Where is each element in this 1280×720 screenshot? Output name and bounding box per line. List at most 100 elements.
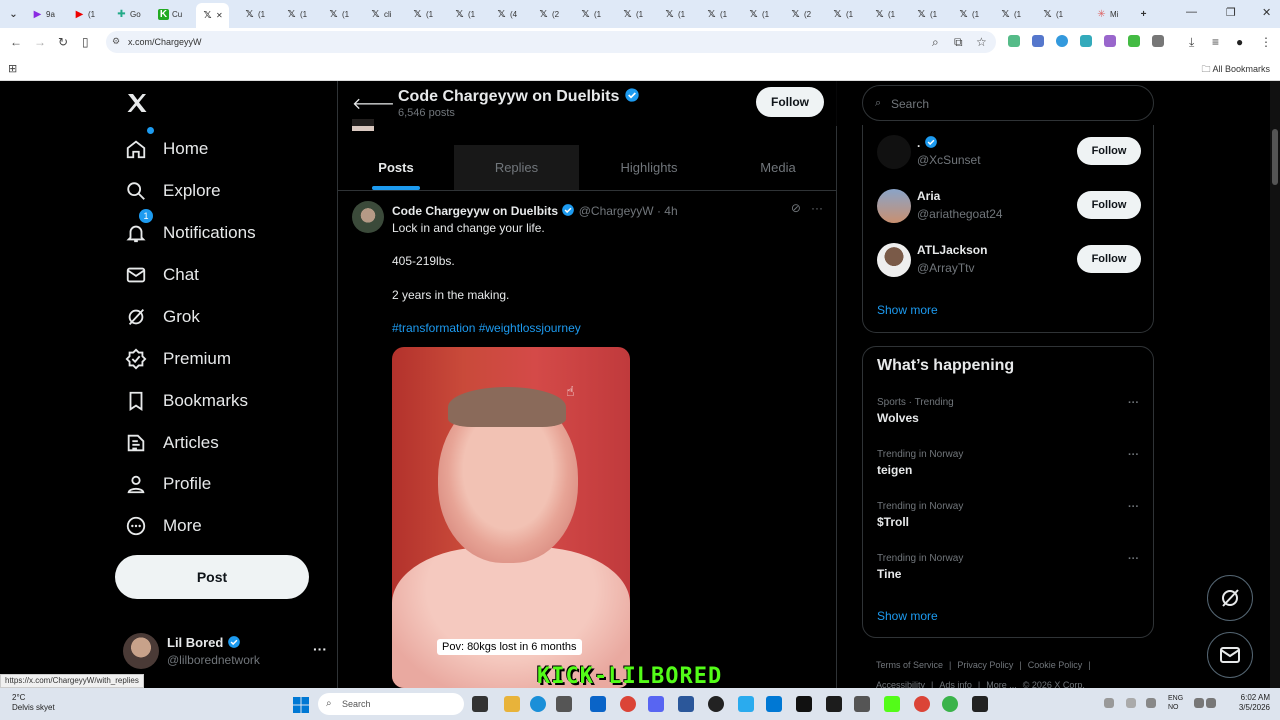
- browser-tab[interactable]: 𝕏 (1: [664, 5, 685, 23]
- browser-tab[interactable]: 𝕏cli: [370, 5, 391, 23]
- nav-articles[interactable]: Articles: [125, 423, 219, 463]
- browser-tab[interactable]: 𝕏 (1: [328, 5, 349, 23]
- page-scrollbar[interactable]: [1270, 81, 1280, 688]
- avatar[interactable]: [352, 201, 384, 233]
- extension-icon[interactable]: [1104, 35, 1116, 47]
- minimize-button[interactable]: —: [1186, 6, 1197, 18]
- extension-icon[interactable]: [1056, 35, 1068, 47]
- new-tab-button[interactable]: +: [1138, 5, 1149, 23]
- install-icon[interactable]: ⧉: [954, 35, 963, 50]
- browser-tab[interactable]: 𝕏 (1: [916, 5, 937, 23]
- trend-item[interactable]: Trending in Norway $Troll ···: [877, 501, 1141, 541]
- author-name[interactable]: Code Chargeyyw on Duelbits: [392, 204, 558, 218]
- follow-suggestion[interactable]: ATLJackson @ArrayTtv Follow: [877, 241, 1141, 281]
- tab-posts[interactable]: Posts: [338, 145, 454, 190]
- footer-link-ads[interactable]: Ads info: [939, 680, 972, 688]
- chrome-icon[interactable]: [620, 696, 636, 712]
- show-more-link[interactable]: Show more: [877, 609, 938, 623]
- all-bookmarks[interactable]: 🗀 All Bookmarks: [1201, 62, 1270, 78]
- edge-icon[interactable]: [530, 696, 546, 712]
- account-switcher[interactable]: Lil Bored @lilborednetwork ···: [123, 633, 329, 669]
- reload-icon[interactable]: ↻: [58, 35, 68, 49]
- capcut-icon[interactable]: [796, 696, 812, 712]
- close-window-button[interactable]: ✕: [1262, 6, 1271, 19]
- browser-tab[interactable]: 𝕏 (4: [496, 5, 517, 23]
- show-more-link[interactable]: Show more: [877, 303, 938, 317]
- volume-icon[interactable]: [1206, 698, 1216, 708]
- browser-tab[interactable]: ✚ Go: [116, 5, 140, 23]
- outlook-icon[interactable]: [590, 696, 606, 712]
- microphone-icon[interactable]: [1146, 698, 1156, 708]
- browser-tab[interactable]: 𝕏 (1: [286, 5, 307, 23]
- profile-icon[interactable]: ●: [1236, 35, 1243, 49]
- menu-kebab-icon[interactable]: ⋮: [1260, 35, 1272, 49]
- browser-tab[interactable]: 𝕏 (2: [790, 5, 811, 23]
- apps-grid-icon[interactable]: ⊞: [8, 62, 17, 75]
- address-bar[interactable]: ⚙ x.com/ChargeyyW: [106, 31, 996, 53]
- post-button[interactable]: Post: [115, 555, 309, 599]
- browser-tab[interactable]: 𝕏 (1: [958, 5, 979, 23]
- extension-icon[interactable]: [1008, 35, 1020, 47]
- restore-button[interactable]: ❐: [1226, 6, 1236, 19]
- tab-replies[interactable]: Replies: [454, 145, 579, 190]
- trend-item[interactable]: Trending in Norway teigen ···: [877, 449, 1141, 489]
- star-icon[interactable]: ☆: [976, 35, 987, 49]
- nav-chat[interactable]: Chat: [125, 255, 199, 295]
- language-indicator[interactable]: ENG NO: [1168, 694, 1183, 712]
- windows-start-icon[interactable]: [293, 697, 309, 713]
- messages-fab-button[interactable]: [1207, 632, 1253, 678]
- tray-app-icon[interactable]: [1126, 698, 1136, 708]
- grok-icon[interactable]: ⊘: [791, 201, 801, 215]
- tray-chevron-icon[interactable]: [1104, 698, 1114, 708]
- tweet-video[interactable]: Pov: 80kgs lost in 6 months: [392, 347, 630, 688]
- browser-tab[interactable]: 𝕏 (1: [454, 5, 475, 23]
- forward-arrow-icon[interactable]: →: [34, 35, 46, 49]
- more-dots-icon[interactable]: ···: [313, 641, 327, 657]
- extension-icon[interactable]: [1080, 35, 1092, 47]
- nav-more[interactable]: More: [125, 506, 202, 546]
- follow-button[interactable]: Follow: [1077, 245, 1141, 273]
- footer-link-accessibility[interactable]: Accessibility: [876, 680, 925, 688]
- follow-button[interactable]: Follow: [1077, 137, 1141, 165]
- browser-tab-active[interactable]: 𝕏 ✕: [196, 3, 229, 28]
- site-info-icon[interactable]: ⚙: [112, 36, 120, 47]
- footer-link-more[interactable]: More ...: [986, 680, 1017, 688]
- task-view-icon[interactable]: [472, 696, 488, 712]
- chrome-icon[interactable]: [942, 696, 958, 712]
- follow-button[interactable]: Follow: [756, 87, 824, 117]
- browser-tab[interactable]: ✳ Mi: [1096, 5, 1118, 23]
- nav-notifications[interactable]: Notifications 1: [125, 209, 256, 253]
- browser-tab[interactable]: 𝕏 (1: [748, 5, 769, 23]
- clock[interactable]: 6:02 AM 3/5/2026: [1239, 693, 1270, 713]
- chrome-icon[interactable]: [914, 696, 930, 712]
- scrollbar-thumb[interactable]: [1272, 129, 1278, 185]
- more-dots-icon[interactable]: ···: [1128, 449, 1139, 461]
- browser-tab[interactable]: 𝕏 (1: [580, 5, 601, 23]
- more-dots-icon[interactable]: ···: [1128, 397, 1139, 409]
- weather-widget[interactable]: 2°C Delvis skyet: [12, 693, 55, 713]
- back-arrow-icon[interactable]: 🡐: [352, 93, 395, 114]
- notes-icon[interactable]: [678, 696, 694, 712]
- browser-tab[interactable]: 𝕏 (1: [874, 5, 895, 23]
- obs-icon[interactable]: [708, 696, 724, 712]
- follow-suggestion[interactable]: Aria @ariathegoat24 Follow: [877, 187, 1141, 227]
- browser-tab[interactable]: 𝕏 (1: [1042, 5, 1063, 23]
- author-handle[interactable]: @ChargeyyW: [579, 204, 654, 218]
- app-icon[interactable]: [854, 696, 870, 712]
- footer-link-cookies[interactable]: Cookie Policy: [1028, 660, 1083, 670]
- x-logo-icon[interactable]: [125, 91, 149, 115]
- nav-explore[interactable]: Explore: [125, 171, 221, 211]
- more-dots-icon[interactable]: ···: [1128, 553, 1139, 565]
- close-tab-icon[interactable]: ✕: [216, 11, 223, 20]
- app-icon[interactable]: [972, 696, 988, 712]
- sidebar-toggle-icon[interactable]: ▯: [82, 35, 89, 49]
- extension-icon[interactable]: [1032, 35, 1044, 47]
- url-text[interactable]: x.com/ChargeyyW: [128, 37, 202, 47]
- download-icon[interactable]: ⤓: [1189, 35, 1194, 50]
- grok-fab-button[interactable]: [1207, 575, 1253, 621]
- extension-icon[interactable]: [1128, 35, 1140, 47]
- browser-tab[interactable]: K Cu: [158, 5, 182, 23]
- footer-link-privacy[interactable]: Privacy Policy: [957, 660, 1013, 670]
- timestamp[interactable]: 4h: [664, 204, 677, 218]
- trend-item[interactable]: Sports · Trending Wolves ···: [877, 397, 1141, 437]
